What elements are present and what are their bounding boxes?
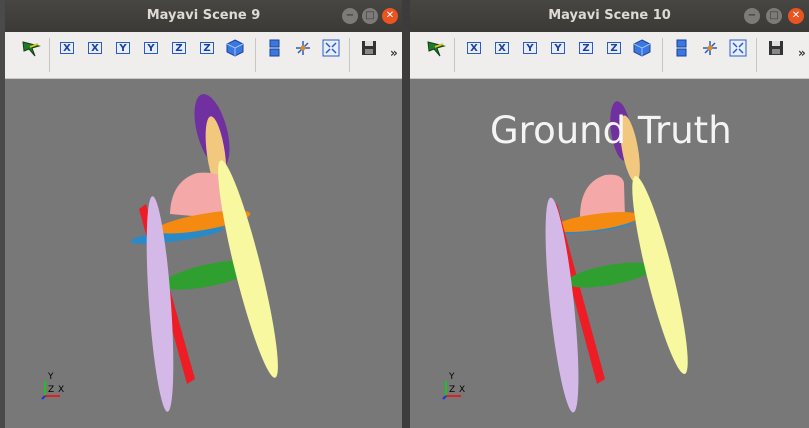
x-axis-icon: X [467, 42, 481, 54]
mayavi-logo-icon[interactable] [426, 38, 446, 58]
chair-render: Y Z X [41, 94, 278, 412]
orientation-axes: Y Z X [442, 372, 465, 400]
full-screen-button[interactable] [728, 38, 748, 58]
isometric-view-button[interactable] [632, 38, 652, 58]
z-axis-label: Z [48, 385, 54, 395]
title-bar[interactable]: Mayavi Scene 9 − □ ✕ [5, 0, 402, 32]
axes-toggle-button[interactable] [293, 38, 313, 58]
floppy-disk-icon [362, 41, 376, 55]
toolbar-separator [349, 38, 350, 72]
toolbar: X X Y Y Z Z » [410, 32, 809, 79]
x-axis-icon: X [495, 42, 509, 54]
view-y-plus-button[interactable]: Y [113, 38, 133, 58]
toolbar-separator [662, 38, 663, 72]
projection-icon [269, 39, 280, 57]
y-axis-icon: Y [144, 42, 158, 54]
cube-icon [226, 39, 244, 57]
maximize-button[interactable]: □ [766, 8, 782, 24]
toolbar-overflow-button[interactable]: » [390, 46, 398, 60]
z-axis-icon: Z [172, 42, 186, 54]
toolbar-separator [255, 38, 256, 72]
minimize-button[interactable]: − [744, 8, 760, 24]
z-axis-icon: Z [200, 42, 214, 54]
maximize-button[interactable]: □ [362, 8, 378, 24]
y-axis-icon: Y [551, 42, 565, 54]
toolbar-overflow-button[interactable]: » [798, 46, 806, 60]
fullscreen-icon [322, 39, 340, 57]
cube-icon [633, 39, 651, 57]
x-axis-icon: X [60, 42, 74, 54]
parallel-projection-button[interactable] [672, 38, 692, 58]
view-z-plus-button[interactable]: Z [576, 38, 596, 58]
z-axis-icon: Z [607, 42, 621, 54]
scene-viewport[interactable]: Y Z X [5, 79, 402, 428]
scene-viewport[interactable]: Y Z X Ground Truth [410, 79, 809, 428]
view-y-plus-button[interactable]: Y [520, 38, 540, 58]
toolbar-separator [756, 38, 757, 72]
axes-icon [296, 41, 310, 55]
view-y-minus-button[interactable]: Y [141, 38, 161, 58]
toolbar: X X Y Y Z Z » [5, 32, 402, 79]
axes-icon [703, 41, 717, 55]
parallel-projection-button[interactable] [265, 38, 285, 58]
view-z-minus-button[interactable]: Z [604, 38, 624, 58]
projection-icon [676, 39, 687, 57]
mayavi-logo-icon[interactable] [21, 38, 41, 58]
view-x-minus-button[interactable]: X [85, 38, 105, 58]
z-axis-label: Z [449, 385, 455, 395]
y-axis-icon: Y [116, 42, 130, 54]
y-axis-label: Y [448, 372, 455, 382]
isometric-view-button[interactable] [225, 38, 245, 58]
floppy-disk-icon [769, 41, 783, 55]
toolbar-separator [49, 38, 50, 72]
save-button[interactable] [359, 38, 379, 58]
y-axis-icon: Y [523, 42, 537, 54]
close-button[interactable]: ✕ [382, 8, 398, 24]
x-axis-icon: X [88, 42, 102, 54]
view-z-plus-button[interactable]: Z [169, 38, 189, 58]
save-button[interactable] [766, 38, 786, 58]
y-axis-label: Y [47, 372, 54, 382]
mayavi-window-scene-10: Mayavi Scene 10 − □ ✕ X X Y Y Z Z » Y Z … [410, 0, 809, 428]
axes-toggle-button[interactable] [700, 38, 720, 58]
view-y-minus-button[interactable]: Y [548, 38, 568, 58]
view-x-minus-button[interactable]: X [492, 38, 512, 58]
close-button[interactable]: ✕ [788, 8, 804, 24]
mayavi-window-scene-9: Mayavi Scene 9 − □ ✕ X X Y Y Z Z » Y Z X [5, 0, 402, 428]
minimize-button[interactable]: − [342, 8, 358, 24]
overlay-text: Ground Truth [490, 109, 732, 152]
x-axis-label: X [459, 385, 465, 395]
view-z-minus-button[interactable]: Z [197, 38, 217, 58]
view-x-plus-button[interactable]: X [57, 38, 77, 58]
z-axis-icon: Z [579, 42, 593, 54]
fullscreen-icon [729, 39, 747, 57]
title-bar[interactable]: Mayavi Scene 10 − □ ✕ [410, 0, 809, 32]
full-screen-button[interactable] [321, 38, 341, 58]
view-x-plus-button[interactable]: X [464, 38, 484, 58]
x-axis-label: X [58, 385, 64, 395]
orientation-axes: Y Z X [41, 372, 64, 400]
toolbar-separator [454, 38, 455, 72]
